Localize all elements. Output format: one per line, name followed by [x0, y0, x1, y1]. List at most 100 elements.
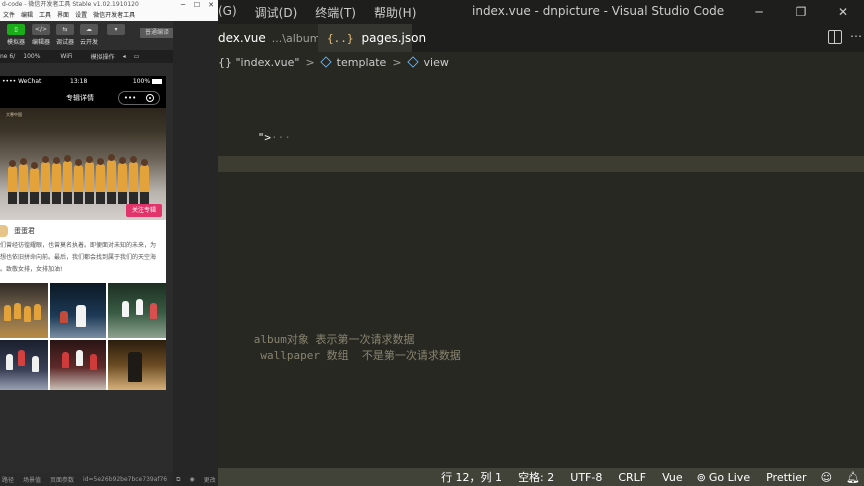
split-editor-icon[interactable] [828, 30, 842, 44]
eye-icon[interactable]: ◉ [189, 476, 194, 483]
page-params-label[interactable]: 页面参数 [50, 475, 74, 484]
simulator-toggle[interactable]: ▯ 模拟器 [4, 24, 28, 48]
simulate-action-select[interactable]: 模拟操作 [91, 52, 115, 61]
tab-label: dex.vue [218, 31, 266, 45]
notification-bell-icon[interactable]: 🔔︎ [846, 471, 860, 484]
indentation[interactable]: 空格: 2 [518, 469, 554, 485]
description-line: 们曾经彷徨耀眼，也曾莫名执着。即便面对未知的未来，为 [0, 242, 157, 249]
devtools-titlebar: d-code - 微信开发者工具 Stable v1.02.1910120 ─ … [0, 0, 218, 10]
end-of-line[interactable]: CRLF [618, 471, 646, 484]
cloud-dev-button[interactable]: ☁ 云开发 [77, 24, 101, 48]
wallpaper-thumb[interactable] [108, 340, 166, 390]
more-dots-icon[interactable]: ••• [124, 94, 136, 102]
mute-icon[interactable]: ◂ [123, 53, 126, 60]
wallpaper-thumb[interactable] [0, 283, 48, 338]
zoom-select[interactable]: 100% [23, 53, 40, 60]
close-window-icon[interactable]: ✕ [822, 0, 864, 24]
current-line [173, 156, 864, 172]
code-line: ">··· [173, 114, 864, 144]
page-title: 专辑详情 [66, 94, 94, 102]
editor-toggle[interactable]: </> 编辑器 [29, 24, 53, 48]
clock: 13:18 [70, 78, 88, 85]
network-select[interactable]: WiFi [60, 53, 72, 60]
debugger-toggle[interactable]: ⇆ 调试器 [53, 24, 77, 48]
battery-icon [152, 79, 162, 84]
breadcrumb-template[interactable]: template [337, 56, 387, 69]
chevron-right-icon: > [305, 55, 315, 69]
exit-target-icon[interactable] [146, 94, 155, 102]
device-select[interactable]: ne 6/ [0, 53, 15, 60]
devtools-editor-panel [173, 21, 218, 486]
close-window-icon[interactable]: ✕ [204, 0, 218, 10]
wallpaper-thumb[interactable] [108, 283, 166, 338]
carrier: •••• WeChat [2, 78, 42, 85]
minimize-icon[interactable]: ─ [738, 0, 780, 24]
follow-album-button[interactable]: 关注专辑 [126, 204, 162, 217]
wallpaper-thumb[interactable] [0, 340, 48, 390]
page-path-label[interactable]: 路径 [2, 475, 14, 484]
vscode-menubar: (G) 调试(D) 终端(T) 帮助(H) [218, 4, 416, 21]
wallpaper-grid [0, 283, 166, 390]
go-live-button[interactable]: Go Live [709, 471, 750, 484]
copy-icon[interactable]: ⧉ [176, 476, 180, 484]
menu-terminal[interactable]: 终端(T) [315, 4, 356, 21]
window-controls: ─ ❐ ✕ [738, 0, 864, 24]
phone-screen: •••• WeChat 13:18 100% 专辑详情 ••• 大寒中国 关注专… [0, 76, 166, 390]
tab-index-vue[interactable]: dex.vue ...\album × [218, 24, 339, 52]
more-actions-icon[interactable]: ⋯ [850, 29, 862, 43]
menu-settings[interactable]: 设置 [75, 10, 87, 21]
menu-file[interactable]: 文件 [3, 10, 15, 21]
tool-label: 模拟器 [6, 39, 25, 46]
menu-help[interactable]: 帮助(H) [374, 4, 416, 21]
menu-goto[interactable]: (G) [218, 4, 237, 21]
breadcrumb-file[interactable]: {} "index.vue" [218, 56, 299, 69]
code-editor[interactable]: ">··· album对象 表示第一次请求数据 wallpaper 数组 不是第… [173, 72, 864, 464]
phone-status-bar: •••• WeChat 13:18 100% [0, 76, 166, 88]
code-line: album对象 表示第一次请求数据 [173, 316, 864, 346]
breadcrumb: {} "index.vue" > template > view [173, 52, 864, 72]
scene-label[interactable]: 场景值 [23, 475, 41, 484]
menu-devtools[interactable]: 微信开发者工具 [93, 10, 135, 21]
menu-tools[interactable]: 工具 [39, 10, 51, 21]
compile-dropdown-toggle[interactable]: ▾ [104, 24, 128, 48]
wallpaper-thumb[interactable] [50, 283, 106, 338]
tool-label: 编辑器 [31, 39, 50, 46]
code-text: "> [257, 131, 271, 144]
code-line: wallpaper 数组 不是第一次请求数据 [173, 332, 864, 362]
prettier-button[interactable]: Prettier [766, 471, 806, 484]
minimize-icon[interactable]: ─ [176, 0, 190, 10]
description-line: 。致敬女排，女排加油! [0, 266, 63, 273]
feedback-smiley-icon[interactable]: ☺ [821, 471, 832, 484]
menu-debug[interactable]: 调试(D) [255, 4, 298, 21]
tab-label: pages.json [361, 31, 427, 45]
code-icon: </> [32, 24, 50, 35]
wechat-devtools-window: d-code - 微信开发者工具 Stable v1.02.1910120 ─ … [0, 0, 218, 486]
json-file-icon: {..} [327, 31, 354, 45]
menu-view[interactable]: 界面 [57, 10, 69, 21]
symbol-element-icon [320, 56, 332, 68]
folded-region-icon[interactable]: ··· [271, 131, 291, 144]
cursor-position[interactable]: 行 12，列 1 [441, 469, 502, 485]
language-mode[interactable]: Vue [662, 471, 683, 484]
miniprogram-capsule: ••• [118, 91, 160, 105]
code-comment: wallpaper 数组 不是第一次请求数据 [253, 349, 461, 362]
file-encoding[interactable]: UTF-8 [570, 471, 602, 484]
menu-edit[interactable]: 编辑 [21, 10, 33, 21]
desktop: (G) 调试(D) 终端(T) 帮助(H) index.vue - dnpict… [0, 0, 864, 486]
restore-icon[interactable]: ❐ [780, 0, 822, 24]
wallpaper-thumb[interactable] [50, 340, 106, 390]
logo-watermark: 大寒中国 [6, 112, 22, 117]
detach-icon[interactable]: ▭ [134, 53, 140, 60]
battery-text: 100% [132, 78, 151, 85]
devtools-bottom-bar: 路径 场景值 页面参数 id=5e26b92be7bce739af76 ⧉ ◉ … [0, 473, 216, 486]
description-line: 想也依旧拼命向前。最后，我们都会找到属于我们的天空海 [0, 254, 157, 261]
edit-params-button[interactable]: 更改 [204, 475, 216, 484]
maximize-icon[interactable]: ☐ [190, 0, 204, 10]
avatar[interactable] [0, 225, 8, 237]
page-params-value: id=5e26b92be7bce739af76 [83, 476, 168, 483]
tab-pages-json[interactable]: {..} pages.json [318, 24, 426, 52]
breadcrumb-view[interactable]: view [424, 56, 449, 69]
phone-navbar: 专辑详情 ••• [0, 88, 166, 108]
phone-icon: ▯ [7, 24, 25, 35]
editor-tabbar: dex.vue ...\album × {..} pages.json ⋯ [173, 24, 864, 52]
